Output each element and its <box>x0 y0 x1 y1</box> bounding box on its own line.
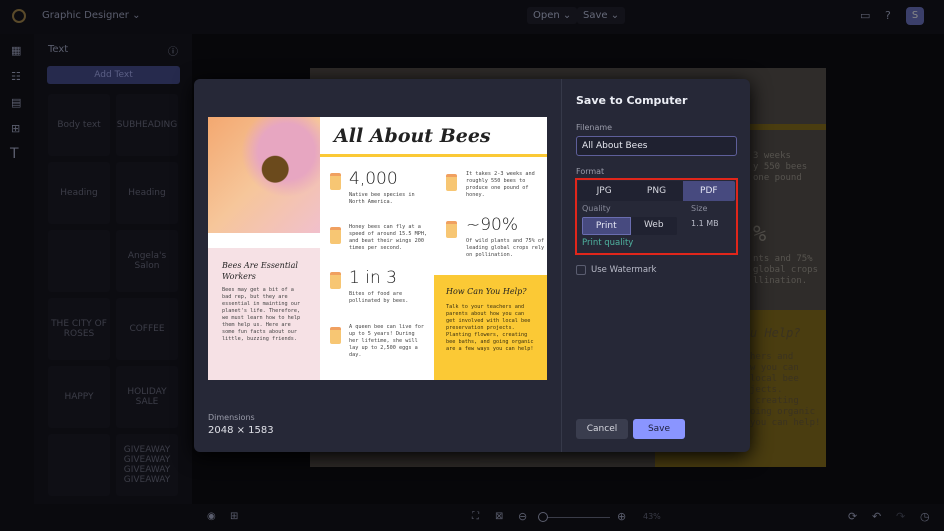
save-label: Save <box>583 10 608 21</box>
fact-text: A queen bee can live for up to 5 years! … <box>349 324 424 358</box>
text-style-tile[interactable]: COFFEE <box>116 298 178 360</box>
pink-text: Bees may get a bit of a bad rep, but the… <box>222 287 301 342</box>
format-pdf[interactable]: PDF <box>682 181 735 201</box>
refresh-icon[interactable]: ⟳ <box>848 510 857 523</box>
cancel-button[interactable]: Cancel <box>576 419 628 439</box>
save-menu-button[interactable]: Save ⌄ <box>577 7 626 24</box>
zoom-slider-handle[interactable] <box>538 512 548 522</box>
preview-title: All About Bees <box>334 125 491 147</box>
zoom-level: 43% <box>643 512 661 521</box>
text-style-tile[interactable]: HAPPY <box>48 366 110 428</box>
add-text-button[interactable]: Add Text <box>47 66 180 84</box>
dimensions-value: 2048 × 1583 <box>208 425 274 436</box>
text-style-tile[interactable]: SUBHEADING <box>116 94 178 156</box>
project-name: Graphic Designer <box>42 10 129 21</box>
help-text: Talk to your teachers and parents about … <box>446 304 534 352</box>
stat-text: Of wild plants and 75% of leading global… <box>466 238 545 258</box>
text-style-tile[interactable]: THE CITY OF ROSES <box>48 298 110 360</box>
zoom-out-icon[interactable]: ⊖ <box>518 510 527 523</box>
top-bar: Graphic Designer ⌄ Open ⌄ Save ⌄ ▭ ? S <box>0 0 944 34</box>
format-selector: JPG PNG PDF <box>578 181 735 201</box>
actual-size-icon[interactable]: ⊠ <box>495 511 503 522</box>
text-style-tile[interactable]: GIVEAWAY GIVEAWAY GIVEAWAY GIVEAWAY <box>116 434 178 496</box>
quality-label: Quality <box>582 204 611 213</box>
text-style-tile[interactable] <box>48 434 110 496</box>
background-icon[interactable]: ▤ <box>11 96 21 109</box>
text-style-tile[interactable]: HOLIDAY SALE <box>116 366 178 428</box>
filename-label: Filename <box>576 123 613 132</box>
bottom-bar: ◉ ⊞ ⛶ ⊠ ⊖ ⊕ 43% ⟳ ↶ ↷ ◷ <box>0 504 944 531</box>
essential-workers-box: Bees Are Essential Workers Bees may get … <box>208 248 320 380</box>
format-jpg[interactable]: JPG <box>578 181 631 201</box>
canvas-text-fragment: nts and 75% global crops llination. <box>753 254 819 286</box>
fact-text: Honey bees can fly at a speed of around … <box>349 224 428 251</box>
save-dialog: All About Bees 4,000 Native bee species … <box>194 79 750 452</box>
comment-icon[interactable]: ▭ <box>860 9 870 22</box>
format-png[interactable]: PNG <box>630 181 683 201</box>
format-options-highlight: JPG PNG PDF Quality Print Web Size 1.1 M… <box>575 178 738 255</box>
fit-screen-icon[interactable]: ⛶ <box>472 511 479 522</box>
open-label: Open <box>533 10 560 21</box>
text-style-tile[interactable]: Angela's Salon <box>116 230 178 292</box>
open-menu-button[interactable]: Open ⌄ <box>527 7 578 24</box>
help-icon[interactable]: ? <box>885 9 891 22</box>
text-style-tile[interactable]: Heading <box>48 162 110 224</box>
history-icon[interactable]: ◷ <box>920 510 930 523</box>
size-label: Size <box>691 204 708 213</box>
fact-text: It takes 2-3 weeks and roughly 550 bees … <box>466 171 535 198</box>
templates-icon[interactable]: ▦ <box>11 44 21 57</box>
zoom-in-icon[interactable]: ⊕ <box>617 510 626 523</box>
text-style-tile[interactable]: Heading <box>116 162 178 224</box>
help-box: How Can You Help? Talk to your teachers … <box>434 275 547 380</box>
text-icon[interactable]: T <box>10 146 19 162</box>
pink-title: Bees Are Essential Workers <box>222 261 298 281</box>
watermark-checkbox[interactable] <box>576 265 586 275</box>
grid-icon[interactable]: ⊞ <box>230 511 238 522</box>
dialog-title: Save to Computer <box>576 94 688 107</box>
elements-icon[interactable]: ☷ <box>11 70 21 83</box>
help-title: How Can You Help? <box>446 287 527 296</box>
quality-print[interactable]: Print <box>582 217 631 235</box>
quality-selector: Print Web <box>582 217 677 235</box>
format-label: Format <box>576 167 605 176</box>
text-panel: Text ⓘ Add Text Body text SUBHEADING Headi… <box>34 34 192 504</box>
text-style-tile[interactable] <box>48 230 110 292</box>
tool-sidebar: ▦ ☷ ▤ ⊞ T <box>0 34 34 504</box>
canvas-text-fragment: % <box>753 222 767 247</box>
stat-value: ~90% <box>466 215 519 235</box>
size-value: 1.1 MB <box>691 219 719 228</box>
redo-icon[interactable]: ↷ <box>896 510 905 523</box>
uploads-icon[interactable]: ⊞ <box>11 122 20 135</box>
canvas-text-fragment: 3 weeks y 550 bees one pound <box>753 151 808 183</box>
stat-text: Bites of food are pollinated by bees. <box>349 291 409 304</box>
stat-value: 4,000 <box>349 169 398 189</box>
zoom-slider[interactable] <box>540 517 610 518</box>
info-icon[interactable]: ⓘ <box>168 43 178 58</box>
undo-icon[interactable]: ↶ <box>872 510 881 523</box>
quality-note: Print quality <box>582 238 634 248</box>
canvas-text-fragment: hers and w you can local bee jects. crea… <box>750 352 821 428</box>
stat-value: 1 in 3 <box>349 268 397 288</box>
design-preview: All About Bees 4,000 Native bee species … <box>208 117 547 380</box>
filename-input[interactable] <box>576 136 737 156</box>
stat-text: Native bee species in North America. <box>349 192 415 205</box>
app-logo[interactable] <box>12 9 26 23</box>
project-menu[interactable]: Graphic Designer ⌄ <box>42 10 140 21</box>
bee-photo <box>208 117 320 233</box>
layers-icon[interactable]: ◉ <box>207 511 216 522</box>
dimensions-label: Dimensions <box>208 413 255 422</box>
canvas-text-fragment: u Help? <box>750 326 801 340</box>
avatar[interactable]: S <box>906 7 924 25</box>
save-button[interactable]: Save <box>633 419 685 439</box>
quality-web[interactable]: Web <box>630 217 677 235</box>
panel-title: Text <box>48 44 69 55</box>
text-style-tile[interactable]: Body text <box>48 94 110 156</box>
watermark-label[interactable]: Use Watermark <box>591 265 656 275</box>
